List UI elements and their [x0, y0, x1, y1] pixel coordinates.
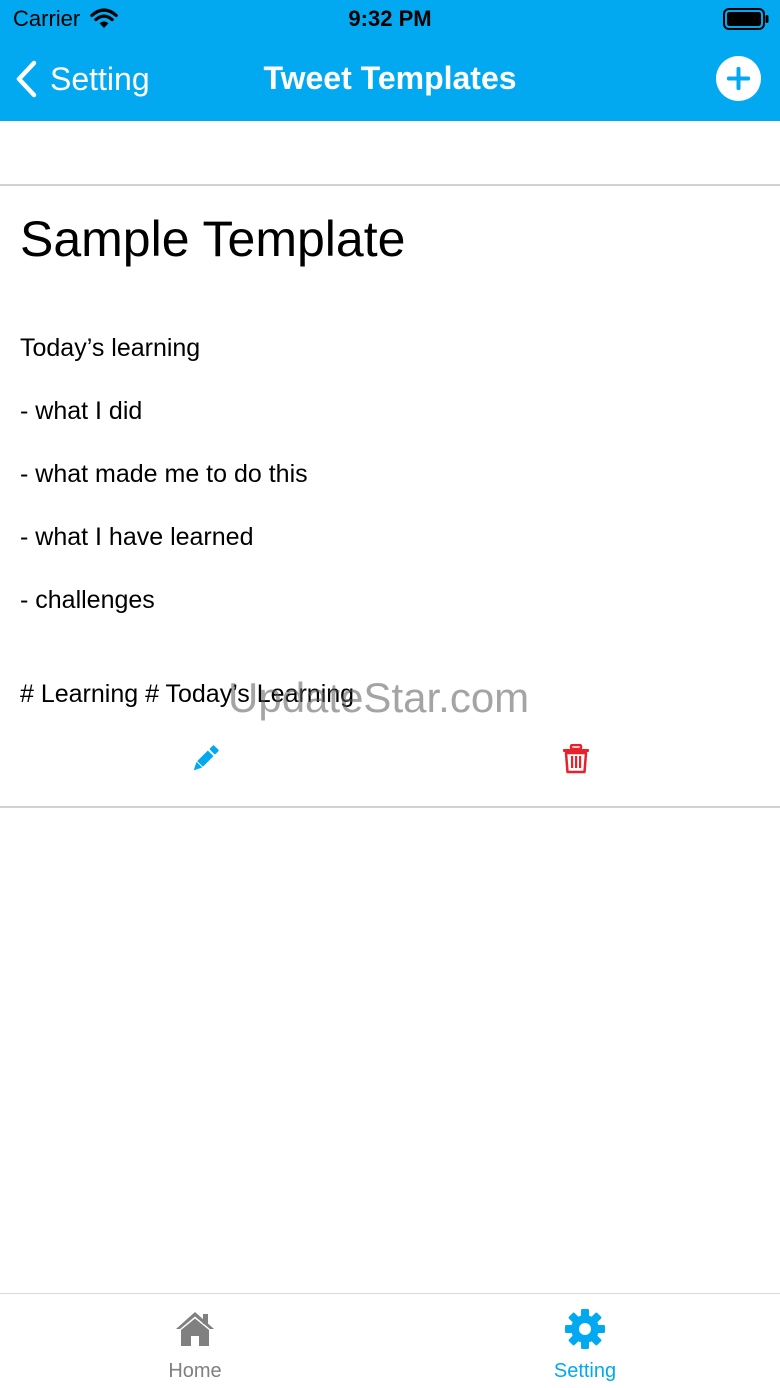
template-title: Sample Template — [20, 211, 406, 267]
delete-button[interactable] — [562, 743, 590, 774]
tab-setting[interactable]: Setting — [390, 1294, 780, 1388]
template-card: Sample Template Today’s learning - what … — [0, 187, 780, 806]
trash-icon — [563, 743, 589, 774]
status-bar: Carrier 9:32 PM — [0, 0, 780, 40]
template-line: - what made me to do this — [20, 460, 308, 488]
header: Carrier 9:32 PM Setting Tweet Templates — [0, 0, 780, 121]
battery-icon — [723, 8, 769, 35]
template-line: Today’s learning — [20, 334, 201, 362]
nav-bar: Setting Tweet Templates — [0, 40, 780, 121]
home-icon — [176, 1312, 214, 1346]
add-template-button[interactable] — [716, 56, 761, 101]
tab-home-label: Home — [168, 1360, 222, 1382]
plus-circle-icon — [716, 56, 761, 101]
tab-bar: Home Setting — [0, 1293, 780, 1388]
template-line: - what I did — [20, 397, 143, 425]
tab-setting-label: Setting — [553, 1360, 617, 1382]
edit-button[interactable] — [190, 744, 220, 774]
status-time: 9:32 PM — [348, 6, 432, 31]
gear-icon — [565, 1309, 605, 1349]
separator-top — [0, 184, 780, 186]
separator-bottom — [0, 806, 780, 808]
page-title: Tweet Templates — [263, 60, 517, 96]
template-hashtags: # Learning # Today’s Learning — [20, 680, 355, 708]
template-line: - challenges — [20, 586, 155, 614]
template-line: - what I have learned — [20, 523, 254, 551]
pencil-icon — [193, 745, 219, 771]
tab-home[interactable]: Home — [0, 1294, 390, 1388]
